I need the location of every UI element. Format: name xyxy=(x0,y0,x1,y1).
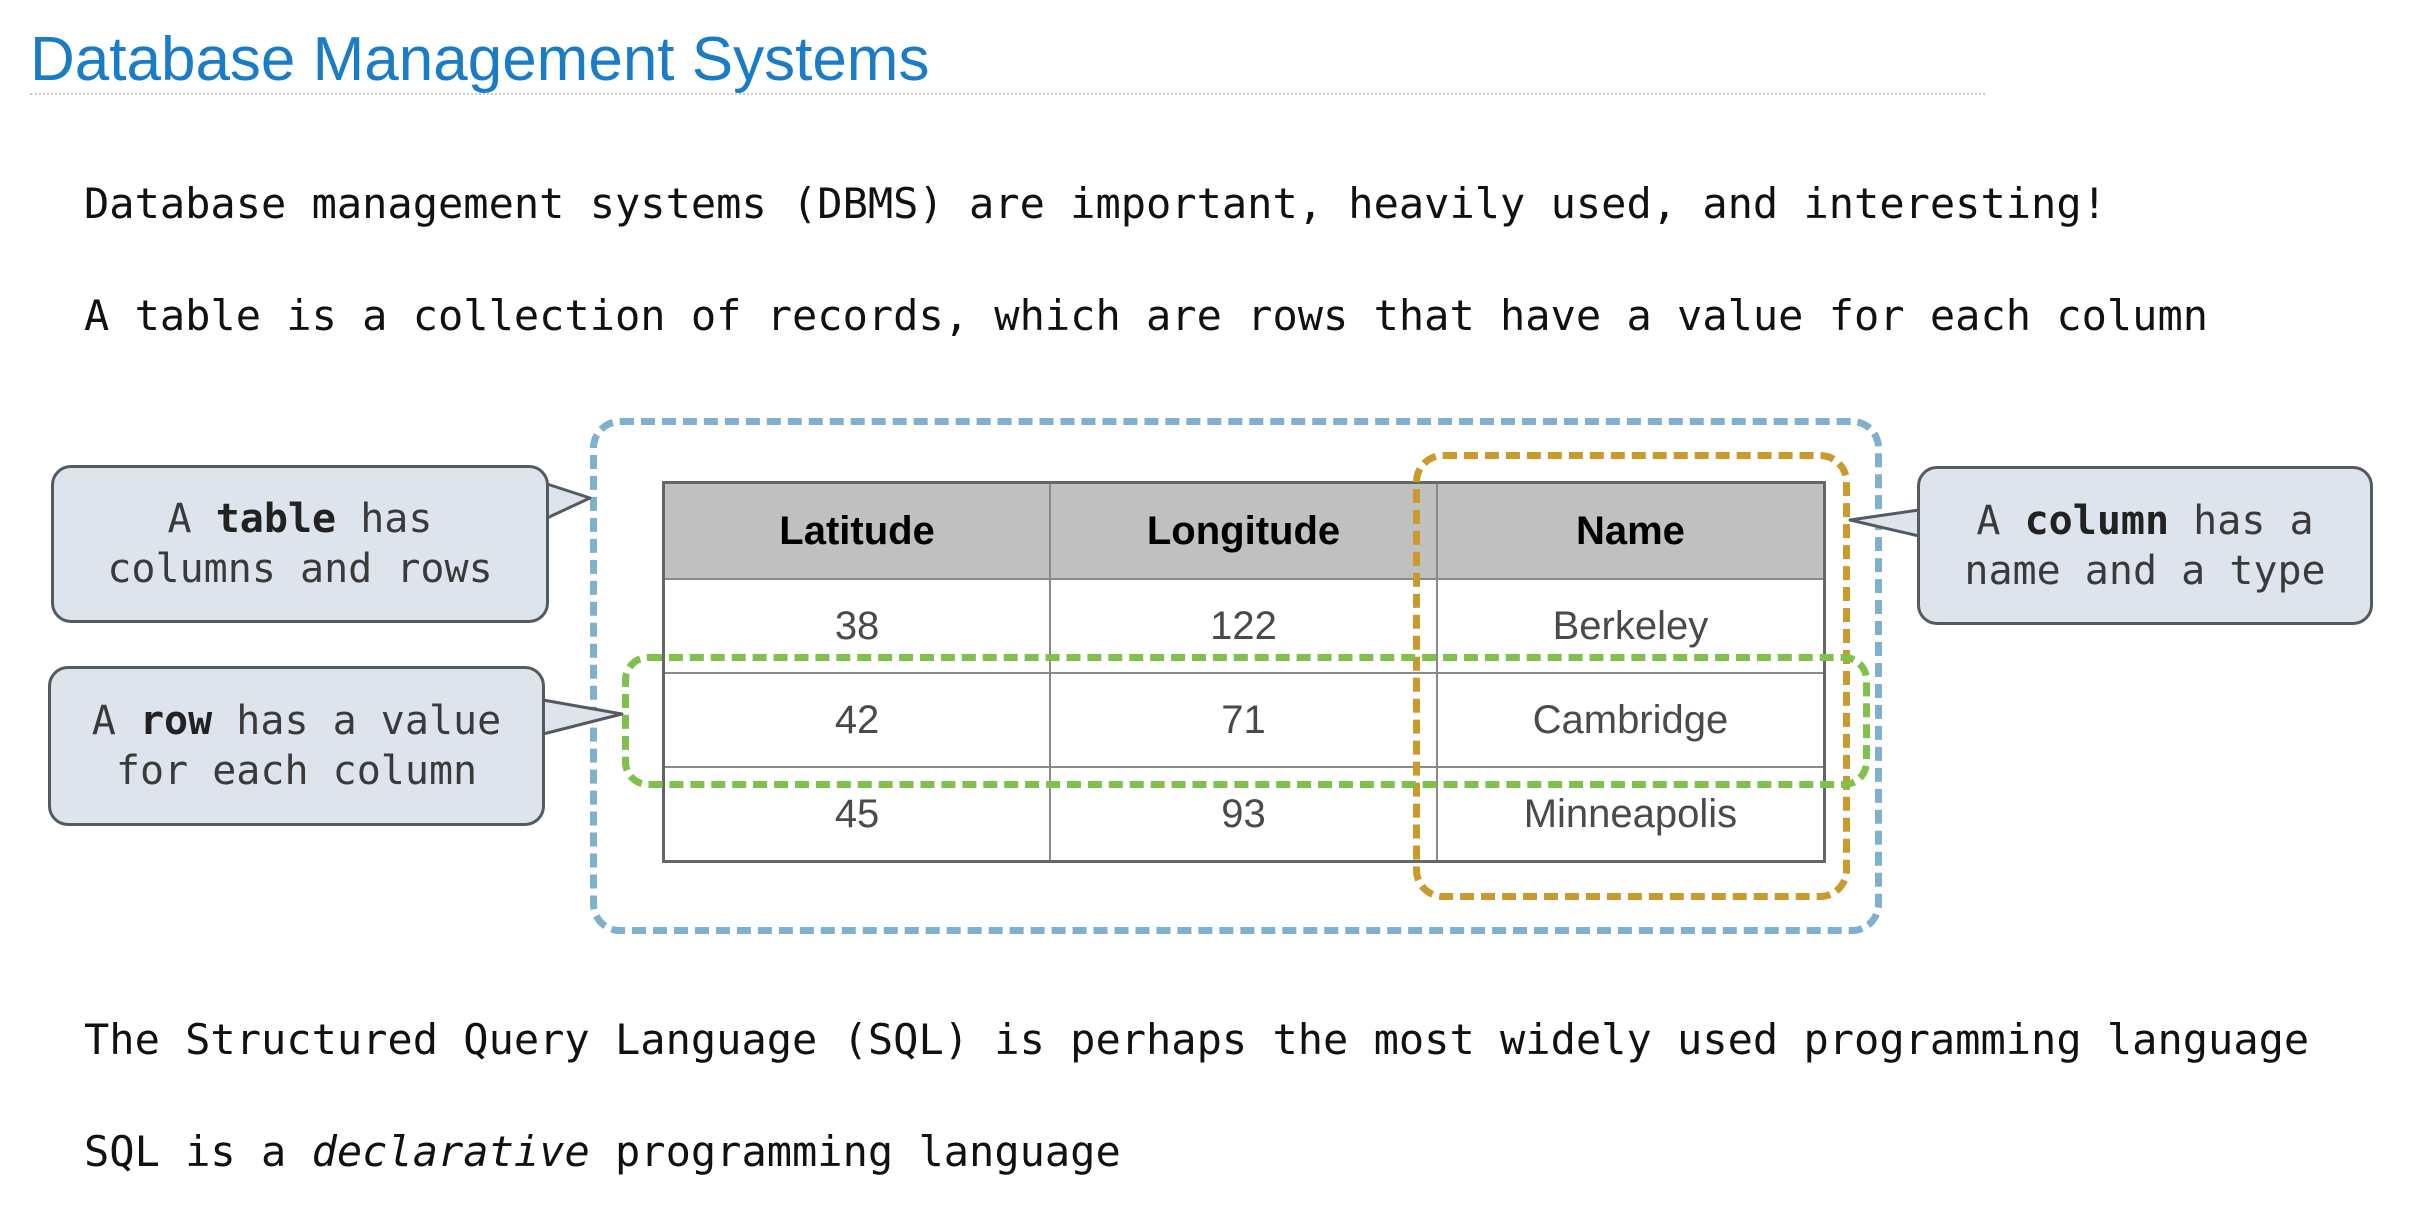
row-callout-line2: for each column xyxy=(115,748,478,794)
table-callout-line2: columns and rows xyxy=(107,546,493,592)
table-callout: A table has columns and rows xyxy=(51,465,549,623)
column-callout-line1: A column has a xyxy=(1976,497,2314,544)
row-callout-line1: A row has a value xyxy=(91,698,502,744)
table-callout-line1: A table has xyxy=(167,496,433,542)
paragraph-sql: The Structured Query Language (SQL) is p… xyxy=(84,1015,2310,1064)
table-callout-pointer xyxy=(545,482,592,520)
row-callout: A row has a value for each column xyxy=(48,666,545,826)
column-callout-pointer xyxy=(1848,508,1921,538)
paragraph-declarative: SQL is a declarative programming languag… xyxy=(84,1127,1121,1176)
emphasis-declarative: declarative xyxy=(311,1127,590,1176)
row-callout-pointer xyxy=(541,698,624,736)
column-callout: A column has a name and a type xyxy=(1917,466,2373,625)
column-callout-line2: name and a type xyxy=(1964,547,2326,594)
